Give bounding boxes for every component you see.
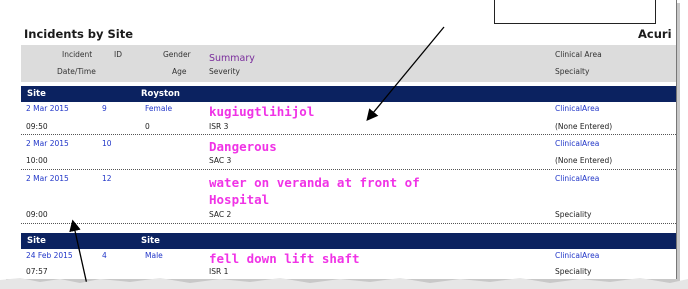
annotation-arrows (69, 26, 445, 289)
arrow-to-summary (366, 26, 445, 122)
torn-edge (0, 278, 688, 289)
